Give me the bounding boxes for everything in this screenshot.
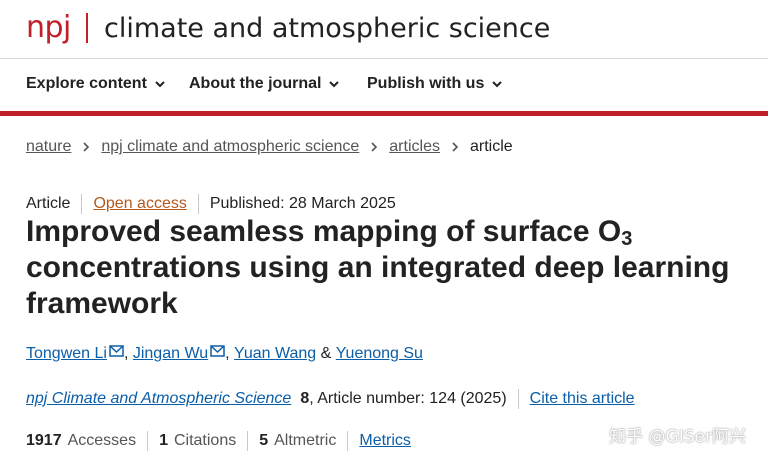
title-subscript: 3	[621, 228, 633, 250]
chevron-down-icon	[155, 81, 165, 88]
metrics-link[interactable]: Metrics	[359, 430, 411, 452]
chevron-down-icon	[329, 81, 340, 88]
breadcrumb: nature npj climate and atmospheric scien…	[26, 136, 513, 158]
meta-divider	[147, 431, 149, 451]
brand-accent-bar	[0, 111, 768, 116]
article-type: Article	[26, 195, 71, 212]
nav-explore-content[interactable]: Explore content	[26, 73, 166, 95]
open-access-link[interactable]: Open access	[93, 193, 186, 215]
watermark: 知乎 @GISer阿兴	[609, 427, 746, 447]
breadcrumb-nature[interactable]: nature	[26, 136, 71, 158]
accesses-label: Accesses	[67, 432, 137, 449]
article-meta: Article Open access Published: 28 March …	[26, 193, 396, 215]
chevron-down-icon	[492, 81, 503, 88]
meta-divider	[81, 194, 83, 214]
meta-divider	[247, 431, 249, 451]
volume-number: 8	[300, 390, 310, 407]
accesses-count: 1917	[26, 432, 62, 449]
author-list: Tongwen Li , Jingan Wu , Yuan Wang & Yue…	[26, 343, 423, 365]
author-link[interactable]: Jingan Wu	[133, 343, 208, 365]
article-number: , Article number: 124 (2025)	[309, 390, 507, 407]
site-header: npj climate and atmospheric science	[0, 0, 768, 58]
journal-link[interactable]: npj Climate and Atmospheric Science	[26, 388, 291, 410]
email-icon[interactable]	[109, 345, 124, 357]
title-text-continued: concentrations using an integrated deep …	[26, 251, 730, 320]
citation-line: npj Climate and Atmospheric Science 8 , …	[26, 388, 635, 410]
metrics-bar: 1917 Accesses 1 Citations 5 Altmetric Me…	[26, 430, 411, 452]
author-separator: ,	[123, 345, 133, 362]
citations-label: Citations	[173, 432, 237, 449]
author-link[interactable]: Yuenong Su	[336, 343, 423, 365]
brand-logo[interactable]: npj	[26, 8, 71, 48]
citations-count: 1	[159, 432, 168, 449]
nav-publish-with-us[interactable]: Publish with us	[367, 73, 503, 95]
email-icon[interactable]	[210, 345, 225, 357]
altmetric-score: 5	[259, 432, 269, 449]
chevron-right-icon	[371, 142, 378, 152]
title-text: Improved seamless mapping of surface O	[26, 215, 622, 248]
meta-divider	[197, 194, 199, 214]
article-title: Improved seamless mapping of surface O3 c…	[26, 214, 746, 322]
author-separator: ,	[225, 345, 235, 362]
published-date: Published: 28 March 2025	[209, 195, 396, 212]
chevron-right-icon	[452, 142, 459, 152]
main-nav: Explore content About the journal Publis…	[0, 59, 768, 111]
brand-divider	[86, 13, 88, 43]
breadcrumb-current: article	[469, 138, 513, 155]
meta-divider	[347, 431, 349, 451]
author-separator: &	[316, 345, 336, 362]
nav-about-journal-label: About the journal	[189, 75, 322, 92]
cite-this-article-link[interactable]: Cite this article	[530, 388, 635, 410]
meta-divider	[517, 389, 519, 409]
nav-publish-with-us-label: Publish with us	[367, 75, 485, 92]
author-link[interactable]: Tongwen Li	[26, 343, 107, 365]
altmetric-label: Altmetric	[274, 432, 337, 449]
journal-title[interactable]: climate and atmospheric science	[104, 10, 550, 48]
breadcrumb-articles[interactable]: articles	[389, 136, 440, 158]
author-link[interactable]: Yuan Wang	[234, 343, 316, 365]
breadcrumb-journal[interactable]: npj climate and atmospheric science	[101, 136, 359, 158]
chevron-right-icon	[83, 142, 90, 152]
nav-about-journal[interactable]: About the journal	[189, 73, 340, 95]
nav-explore-content-label: Explore content	[26, 75, 147, 92]
